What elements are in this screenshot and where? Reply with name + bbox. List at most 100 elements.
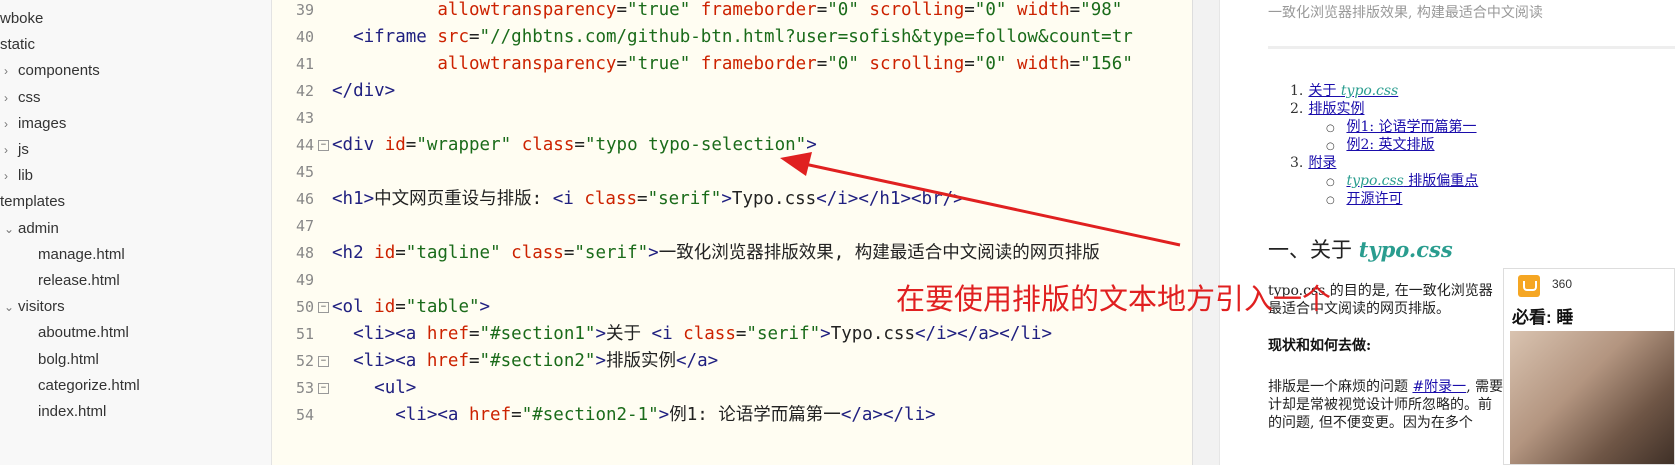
preview-heading: 一、关于 typo.css: [1268, 237, 1453, 262]
line-number: 43: [295, 109, 314, 127]
tree-item-label: static: [0, 36, 36, 54]
pane-splitter[interactable]: [1192, 0, 1220, 465]
fold-toggle-icon[interactable]: −: [318, 302, 329, 313]
chevron-right-icon[interactable]: ›: [4, 111, 18, 137]
tree-item-label: aboutme.html: [38, 324, 129, 342]
code-line[interactable]: allowtransparency="true" frameborder="0"…: [332, 0, 1122, 24]
popup-title[interactable]: 必看: 睡: [1512, 303, 1573, 328]
file-tree: wboke static › components › css › images › js › lib…: [0, 0, 272, 465]
chevron-right-icon[interactable]: ›: [4, 58, 18, 84]
toc-subitem-1[interactable]: ○ 例1: 论语学而篇第一: [1326, 116, 1477, 136]
code-editor[interactable]: 39 40 41 42 43 44−45 46 47 48 49 50−51 52−53−54 all…: [272, 0, 1192, 465]
tree-item-label: visitors: [18, 298, 65, 316]
tree-item-label: lib: [18, 167, 34, 185]
appendix-link[interactable]: #附录一: [1412, 379, 1466, 395]
tree-item-label: templates: [0, 193, 66, 211]
code-line[interactable]: <li><a href="#section1">关于 <i class="ser…: [332, 321, 1052, 348]
toc-link-sub4[interactable]: 开源许可: [1346, 191, 1402, 207]
toc-link-sub1[interactable]: 例1: 论语学而篇第一: [1346, 119, 1476, 135]
popup-ad[interactable]: 360 必看: 睡: [1503, 268, 1675, 465]
code-line[interactable]: <iframe src="//ghbtns.com/github-btn.htm…: [332, 24, 1133, 51]
tree-item-label: wboke: [0, 10, 44, 27]
preview-divider: [1268, 46, 1675, 49]
tree-item[interactable]: static: [0, 32, 35, 58]
code-line[interactable]: <li><a href="#section2-1">例1: 论语学而篇第一</a…: [332, 402, 935, 429]
preview-tagline: 一致化浏览器排版效果, 构建最适合中文阅读: [1268, 5, 1543, 21]
code-line[interactable]: allowtransparency="true" frameborder="0"…: [332, 51, 1133, 78]
toc-link-about[interactable]: 关于 typo.css: [1308, 83, 1398, 99]
line-number: 47: [295, 217, 314, 235]
toc-link-sub3[interactable]: typo.css 排版偏重点: [1346, 173, 1478, 189]
line-number: 41: [295, 55, 314, 73]
tree-item[interactable]: bolg.html: [38, 347, 99, 373]
preview-paragraph-line: 计却是常被视觉设计师所忽略的。前: [1268, 397, 1492, 413]
bullet-icon: ○: [1326, 123, 1335, 134]
line-number: 46: [295, 190, 314, 208]
bullet-icon: ○: [1326, 177, 1335, 188]
fold-toggle-icon[interactable]: −: [318, 356, 329, 367]
tree-item[interactable]: index.html: [38, 399, 106, 425]
line-number: 48: [295, 244, 314, 262]
tree-item[interactable]: categorize.html: [38, 373, 140, 399]
chevron-down-icon[interactable]: ⌄: [4, 294, 18, 320]
code-line[interactable]: <h2 id="tagline" class="serif">一致化浏览器排版效…: [332, 240, 1100, 267]
tree-item[interactable]: › js: [4, 137, 29, 163]
tree-item-label: css: [18, 88, 41, 106]
tree-item[interactable]: manage.html: [38, 242, 125, 268]
preview-paragraph-line: 排版是一个麻烦的问题 #附录一, 需要: [1268, 379, 1504, 395]
toc-item-appendix[interactable]: 3. 附录: [1290, 152, 1336, 172]
tree-item[interactable]: ⌄ admin: [4, 216, 59, 242]
popup-header: 360: [1504, 269, 1674, 299]
chevron-right-icon[interactable]: ›: [4, 163, 18, 189]
tree-item-label: bolg.html: [38, 350, 99, 368]
line-number: 49: [295, 271, 314, 289]
tree-item[interactable]: templates: [0, 189, 65, 215]
annotation-note: 在要使用排版的文本地方引入一个: [896, 282, 1332, 316]
tree-item[interactable]: ⌄ visitors: [4, 294, 65, 320]
tree-item[interactable]: › images: [4, 111, 66, 137]
tree-item-label: release.html: [38, 272, 120, 289]
tree-item-label: images: [18, 114, 67, 132]
popup-brand: 360: [1552, 277, 1573, 291]
tree-item[interactable]: › css: [4, 85, 41, 111]
line-number: 50: [295, 298, 314, 316]
toc-item-examples[interactable]: 2. 排版实例: [1290, 98, 1364, 118]
line-number: 45: [295, 163, 314, 181]
toc-link-sub2[interactable]: 例2: 英文排版: [1346, 137, 1434, 153]
chevron-down-icon[interactable]: ⌄: [4, 216, 18, 242]
chevron-right-icon[interactable]: ›: [4, 137, 18, 163]
line-number-gutter: 39 40 41 42 43 44−45 46 47 48 49 50−51 52−53−54: [272, 0, 332, 465]
tree-item[interactable]: wboke: [0, 6, 43, 32]
tree-item-label: js: [18, 141, 29, 158]
code-line[interactable]: <li><a href="#section2">排版实例</a>: [332, 348, 718, 375]
tree-item[interactable]: › lib: [4, 163, 33, 189]
code-line[interactable]: </div>: [332, 78, 395, 105]
tree-item-label: index.html: [38, 403, 107, 420]
toc-subitem-2[interactable]: ○ 例2: 英文排版: [1326, 134, 1435, 154]
code-line[interactable]: <h1>中文网页重设与排版: <i class="serif">Typo.css…: [332, 186, 964, 213]
code-line[interactable]: <div id="wrapper" class="typo typo-selec…: [332, 132, 817, 159]
fold-toggle-icon[interactable]: −: [318, 383, 329, 394]
tree-item[interactable]: aboutme.html: [38, 320, 129, 346]
code-line[interactable]: <ol id="table">: [332, 294, 490, 321]
line-number: 44: [295, 136, 314, 154]
toc-link-examples[interactable]: 排版实例: [1308, 101, 1364, 117]
toc-subitem-4[interactable]: ○ 开源许可: [1326, 188, 1402, 208]
fold-toggle-icon[interactable]: −: [318, 140, 329, 151]
tree-item[interactable]: release.html: [38, 268, 120, 294]
line-number: 40: [295, 28, 314, 46]
toc-link-appendix[interactable]: 附录: [1308, 155, 1336, 171]
toc-number: 3.: [1290, 155, 1304, 171]
line-number: 51: [295, 325, 314, 343]
popup-image[interactable]: [1510, 331, 1674, 464]
tree-item-label: components: [18, 62, 100, 80]
code-line[interactable]: <ul>: [332, 375, 416, 402]
tree-item-label: manage.html: [38, 245, 125, 263]
toc-number: 1.: [1290, 83, 1304, 99]
chevron-right-icon[interactable]: ›: [4, 85, 18, 111]
tree-item-label: admin: [18, 219, 59, 237]
toc-number: 2.: [1290, 101, 1304, 117]
toc-subitem-3[interactable]: ○ typo.css 排版偏重点: [1326, 170, 1478, 190]
tree-item[interactable]: › components: [4, 58, 100, 84]
toc-item-about[interactable]: 1. 关于 typo.css: [1290, 80, 1398, 100]
